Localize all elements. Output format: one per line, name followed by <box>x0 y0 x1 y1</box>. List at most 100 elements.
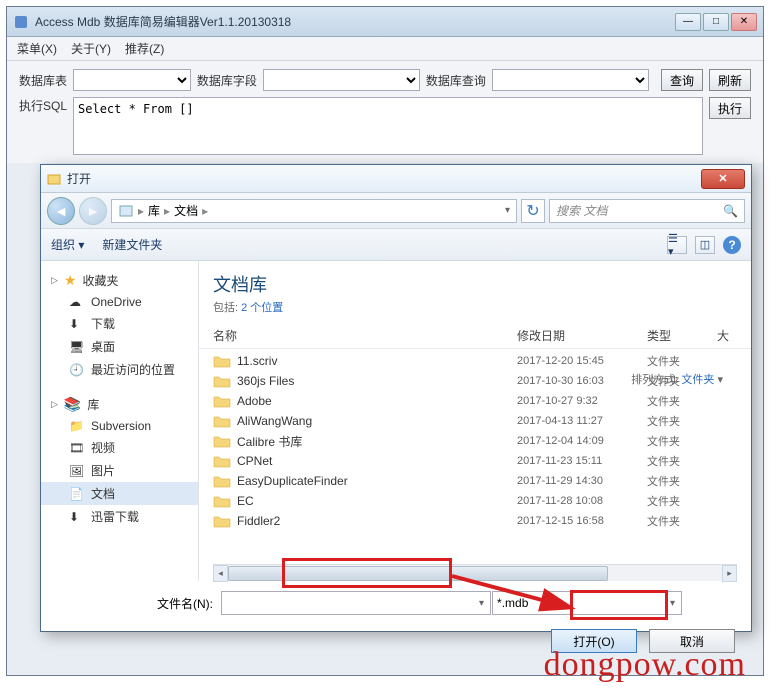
menu-item[interactable]: 菜单(X) <box>17 40 57 57</box>
file-date: 2017-10-30 16:03 <box>517 375 647 387</box>
query-combo[interactable] <box>492 69 649 91</box>
sql-textarea[interactable]: Select * From [] <box>73 97 703 155</box>
locations-link[interactable]: 2 个位置 <box>241 302 283 314</box>
file-date: 2017-11-23 15:11 <box>517 455 647 467</box>
app-title: Access Mdb 数据库简易编辑器Ver1.1.20130318 <box>35 13 675 30</box>
refresh-button[interactable]: 刷新 <box>709 69 751 91</box>
file-type: 文件夹 <box>647 353 717 369</box>
list-item[interactable]: Adobe2017-10-27 9:32文件夹 <box>199 391 751 411</box>
list-item[interactable]: AliWangWang2017-04-13 11:27文件夹 <box>199 411 751 431</box>
col-name[interactable]: 名称 <box>213 327 517 344</box>
scroll-left-button[interactable]: ◂ <box>213 565 228 582</box>
star-icon: ★ <box>64 272 77 289</box>
desktop-icon: 🖥 <box>69 340 85 354</box>
view-mode-button[interactable]: ☰ ▾ <box>667 236 687 254</box>
list-item[interactable]: 11.scriv2017-12-20 15:45文件夹 <box>199 351 751 371</box>
file-date: 2017-04-13 11:27 <box>517 415 647 427</box>
breadcrumb-item[interactable]: 库 <box>148 202 160 219</box>
cloud-icon: ☁ <box>69 295 85 309</box>
dialog-toolbar: 组织 ▾ 新建文件夹 ☰ ▾ ◫ ? <box>41 229 751 261</box>
sidebar-item-xunlei[interactable]: ⬇迅雷下载 <box>41 505 198 528</box>
preview-pane-button[interactable]: ◫ <box>695 236 715 254</box>
sort-control[interactable]: 排列方式: 文件夹 ▾ <box>631 371 723 387</box>
file-date: 2017-12-20 15:45 <box>517 355 647 367</box>
pane-title: 文档库 <box>213 271 737 297</box>
menubar: 菜单(X) 关于(Y) 推荐(Z) <box>7 37 763 61</box>
filename-dropdown-icon[interactable]: ▾ <box>479 598 484 609</box>
library-icon: 📚 <box>64 396 81 413</box>
breadcrumb-item[interactable]: 文档 <box>174 202 198 219</box>
folder-icon: 📁 <box>69 419 85 433</box>
horizontal-scrollbar[interactable]: ◂ ▸ <box>213 564 737 581</box>
newfolder-button[interactable]: 新建文件夹 <box>102 236 162 253</box>
menu-item[interactable]: 推荐(Z) <box>125 40 164 57</box>
field-combo[interactable] <box>263 69 420 91</box>
col-date[interactable]: 修改日期 <box>517 327 647 344</box>
file-name: AliWangWang <box>237 414 517 428</box>
file-name: Fiddler2 <box>237 514 517 528</box>
app-titlebar[interactable]: Access Mdb 数据库简易编辑器Ver1.1.20130318 — □ ✕ <box>7 7 763 37</box>
table-label: 数据库表 <box>19 72 67 89</box>
recent-icon: 🕘 <box>69 363 85 377</box>
help-icon[interactable]: ? <box>723 236 741 254</box>
open-button[interactable]: 打开(O) <box>551 629 637 653</box>
scroll-thumb[interactable] <box>228 566 608 581</box>
sidebar-libraries-header[interactable]: ▷ 📚 库 <box>41 393 198 416</box>
file-date: 2017-11-28 10:08 <box>517 495 647 507</box>
nav-refresh-button[interactable]: ↻ <box>521 199 545 223</box>
dialog-title: 打开 <box>67 170 701 187</box>
file-name: 11.scriv <box>237 354 517 368</box>
file-pane: 文档库 包括: 2 个位置 排列方式: 文件夹 ▾ 名称 修改日期 类型 大 1… <box>199 261 751 581</box>
sidebar-item-downloads[interactable]: ⬇下载 <box>41 312 198 335</box>
cancel-button[interactable]: 取消 <box>649 629 735 653</box>
col-type[interactable]: 类型 <box>647 327 717 344</box>
sidebar-item-onedrive[interactable]: ☁OneDrive <box>41 292 198 312</box>
app-toolbar: 数据库表 数据库字段 数据库查询 查询 刷新 执行SQL Select * Fr… <box>7 61 763 163</box>
table-combo[interactable] <box>73 69 191 91</box>
nav-forward-button[interactable]: ► <box>79 197 107 225</box>
file-name: EasyDuplicateFinder <box>237 474 517 488</box>
query-button[interactable]: 查询 <box>661 69 703 91</box>
file-name: Calibre 书库 <box>237 433 517 450</box>
sidebar-item-subversion[interactable]: 📁Subversion <box>41 416 198 436</box>
list-item[interactable]: EasyDuplicateFinder2017-11-29 14:30文件夹 <box>199 471 751 491</box>
dialog-close-button[interactable]: ✕ <box>701 169 745 189</box>
sidebar: ▷ ★ 收藏夹 ☁OneDrive ⬇下载 🖥桌面 🕘最近访问的位置 ▷ 📚 库… <box>41 261 199 581</box>
close-button[interactable]: ✕ <box>731 13 757 31</box>
nav-back-button[interactable]: ◄ <box>47 197 75 225</box>
sidebar-item-recent[interactable]: 🕘最近访问的位置 <box>41 358 198 381</box>
file-date: 2017-11-29 14:30 <box>517 475 647 487</box>
sidebar-item-documents[interactable]: 📄文档 <box>41 482 198 505</box>
filetype-combo[interactable] <box>492 591 682 615</box>
sidebar-favorites-header[interactable]: ▷ ★ 收藏夹 <box>41 269 198 292</box>
filename-input[interactable] <box>221 591 491 615</box>
menu-item[interactable]: 关于(Y) <box>71 40 111 57</box>
file-type: 文件夹 <box>647 493 717 509</box>
scroll-right-button[interactable]: ▸ <box>722 565 737 582</box>
filetype-dropdown-icon[interactable]: ▾ <box>670 598 675 609</box>
list-item[interactable]: CPNet2017-11-23 15:11文件夹 <box>199 451 751 471</box>
sidebar-item-pictures[interactable]: 🖼图片 <box>41 459 198 482</box>
breadcrumb[interactable]: ▸ 库 ▸ 文档 ▸ ▾ <box>111 199 517 223</box>
search-input[interactable]: 搜索 文档 🔍 <box>549 199 745 223</box>
chevron-down-icon: ▷ <box>51 275 58 286</box>
sql-label: 执行SQL <box>19 97 67 114</box>
library-icon <box>118 203 134 219</box>
minimize-button[interactable]: — <box>675 13 701 31</box>
organize-menu[interactable]: 组织 ▾ <box>51 236 84 253</box>
maximize-button[interactable]: □ <box>703 13 729 31</box>
pane-subtitle: 包括: 2 个位置 <box>213 299 737 315</box>
exec-button[interactable]: 执行 <box>709 97 751 119</box>
chevron-down-icon[interactable]: ▾ <box>505 205 510 216</box>
sidebar-item-desktop[interactable]: 🖥桌面 <box>41 335 198 358</box>
file-date: 2017-12-04 14:09 <box>517 435 647 447</box>
file-name: 360js Files <box>237 374 517 388</box>
field-label: 数据库字段 <box>197 72 257 89</box>
column-headers[interactable]: 名称 修改日期 类型 大 <box>199 321 751 349</box>
list-item[interactable]: Calibre 书库2017-12-04 14:09文件夹 <box>199 431 751 451</box>
list-item[interactable]: Fiddler22017-12-15 16:58文件夹 <box>199 511 751 531</box>
col-size[interactable]: 大 <box>717 327 737 344</box>
dialog-titlebar[interactable]: 打开 ✕ <box>41 165 751 193</box>
sidebar-item-videos[interactable]: 🎞视频 <box>41 436 198 459</box>
list-item[interactable]: EC2017-11-28 10:08文件夹 <box>199 491 751 511</box>
